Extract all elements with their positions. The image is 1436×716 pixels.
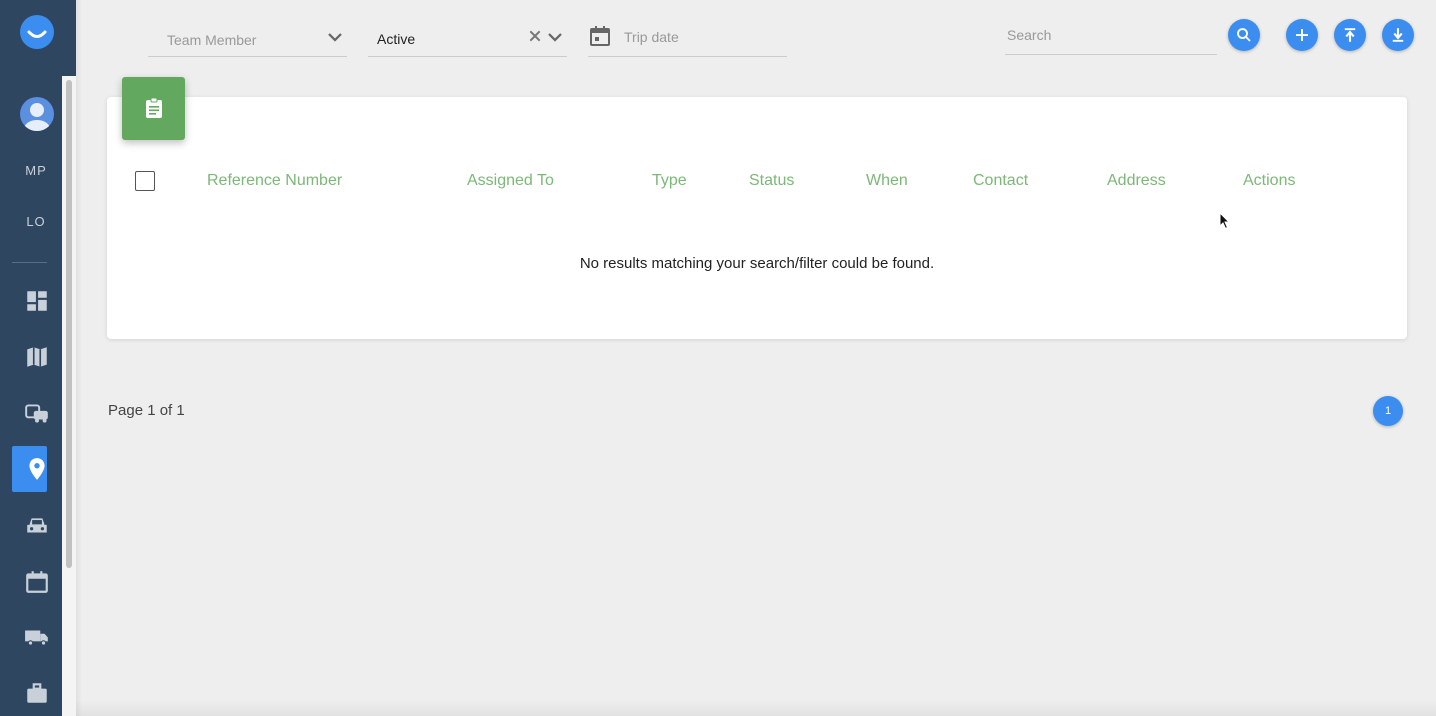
logo-smile-icon: [27, 30, 47, 38]
empty-results-message: No results matching your search/filter c…: [579, 255, 935, 272]
app-logo[interactable]: [20, 15, 54, 49]
status-value: Active: [377, 31, 416, 47]
bottom-shadow: [76, 700, 1436, 716]
location-pin-icon[interactable]: [24, 456, 50, 482]
search-button[interactable]: [1228, 19, 1260, 51]
column-header-assigned-to[interactable]: Assigned To: [467, 172, 554, 190]
sidebar-shadow: [76, 0, 82, 716]
trip-date-picker[interactable]: Trip date: [588, 20, 787, 57]
page-button-1[interactable]: 1: [1373, 396, 1403, 426]
chevron-down-icon[interactable]: [546, 28, 564, 46]
vehicles-icon[interactable]: [24, 400, 50, 426]
trip-date-placeholder: Trip date: [624, 29, 679, 45]
chevron-down-icon[interactable]: [326, 28, 344, 46]
results-card: [107, 97, 1407, 339]
car-icon[interactable]: [24, 513, 50, 539]
briefcase-icon[interactable]: [24, 680, 50, 706]
dashboard-icon[interactable]: [24, 288, 50, 314]
mouse-cursor-icon: [1219, 212, 1231, 230]
column-header-actions: Actions: [1243, 172, 1296, 189]
calendar-icon[interactable]: [24, 569, 50, 595]
search-icon: [1237, 28, 1251, 42]
column-header-status[interactable]: Status: [749, 172, 794, 190]
map-icon[interactable]: [24, 344, 50, 370]
search-input[interactable]: [1005, 26, 1209, 44]
upload-button[interactable]: [1334, 19, 1366, 51]
column-header-reference-number[interactable]: Reference Number: [207, 172, 342, 190]
download-button[interactable]: [1382, 19, 1414, 51]
sidebar-item-mp[interactable]: MP: [0, 163, 72, 178]
sidebar-item-lo[interactable]: LO: [0, 214, 72, 229]
truck-icon[interactable]: [24, 624, 50, 650]
user-avatar[interactable]: [20, 97, 54, 131]
calendar-icon[interactable]: [588, 24, 612, 48]
download-icon: [1392, 28, 1404, 42]
column-header-type[interactable]: Type: [652, 172, 687, 190]
user-avatar-icon: [24, 103, 50, 131]
team-member-select[interactable]: Team Member: [148, 20, 347, 57]
clear-icon[interactable]: [528, 29, 542, 43]
team-member-placeholder: Team Member: [167, 32, 257, 48]
column-header-address[interactable]: Address: [1107, 172, 1166, 190]
column-header-when[interactable]: When: [866, 172, 908, 190]
status-select[interactable]: Active: [368, 20, 567, 57]
upload-icon: [1344, 28, 1356, 42]
add-icon: [1296, 29, 1308, 41]
add-button[interactable]: [1286, 19, 1318, 51]
clipboard-icon: [146, 97, 162, 118]
search-field[interactable]: [1005, 20, 1217, 55]
sidebar-divider: [12, 262, 47, 263]
sidebar-scroll-thumb[interactable]: [66, 80, 72, 568]
card-header-badge: [122, 77, 185, 140]
sidebar-logo-area: [0, 0, 76, 76]
column-header-contact[interactable]: Contact: [973, 172, 1028, 190]
page-info: Page 1 of 1: [108, 402, 185, 419]
select-all-checkbox[interactable]: [135, 171, 155, 191]
